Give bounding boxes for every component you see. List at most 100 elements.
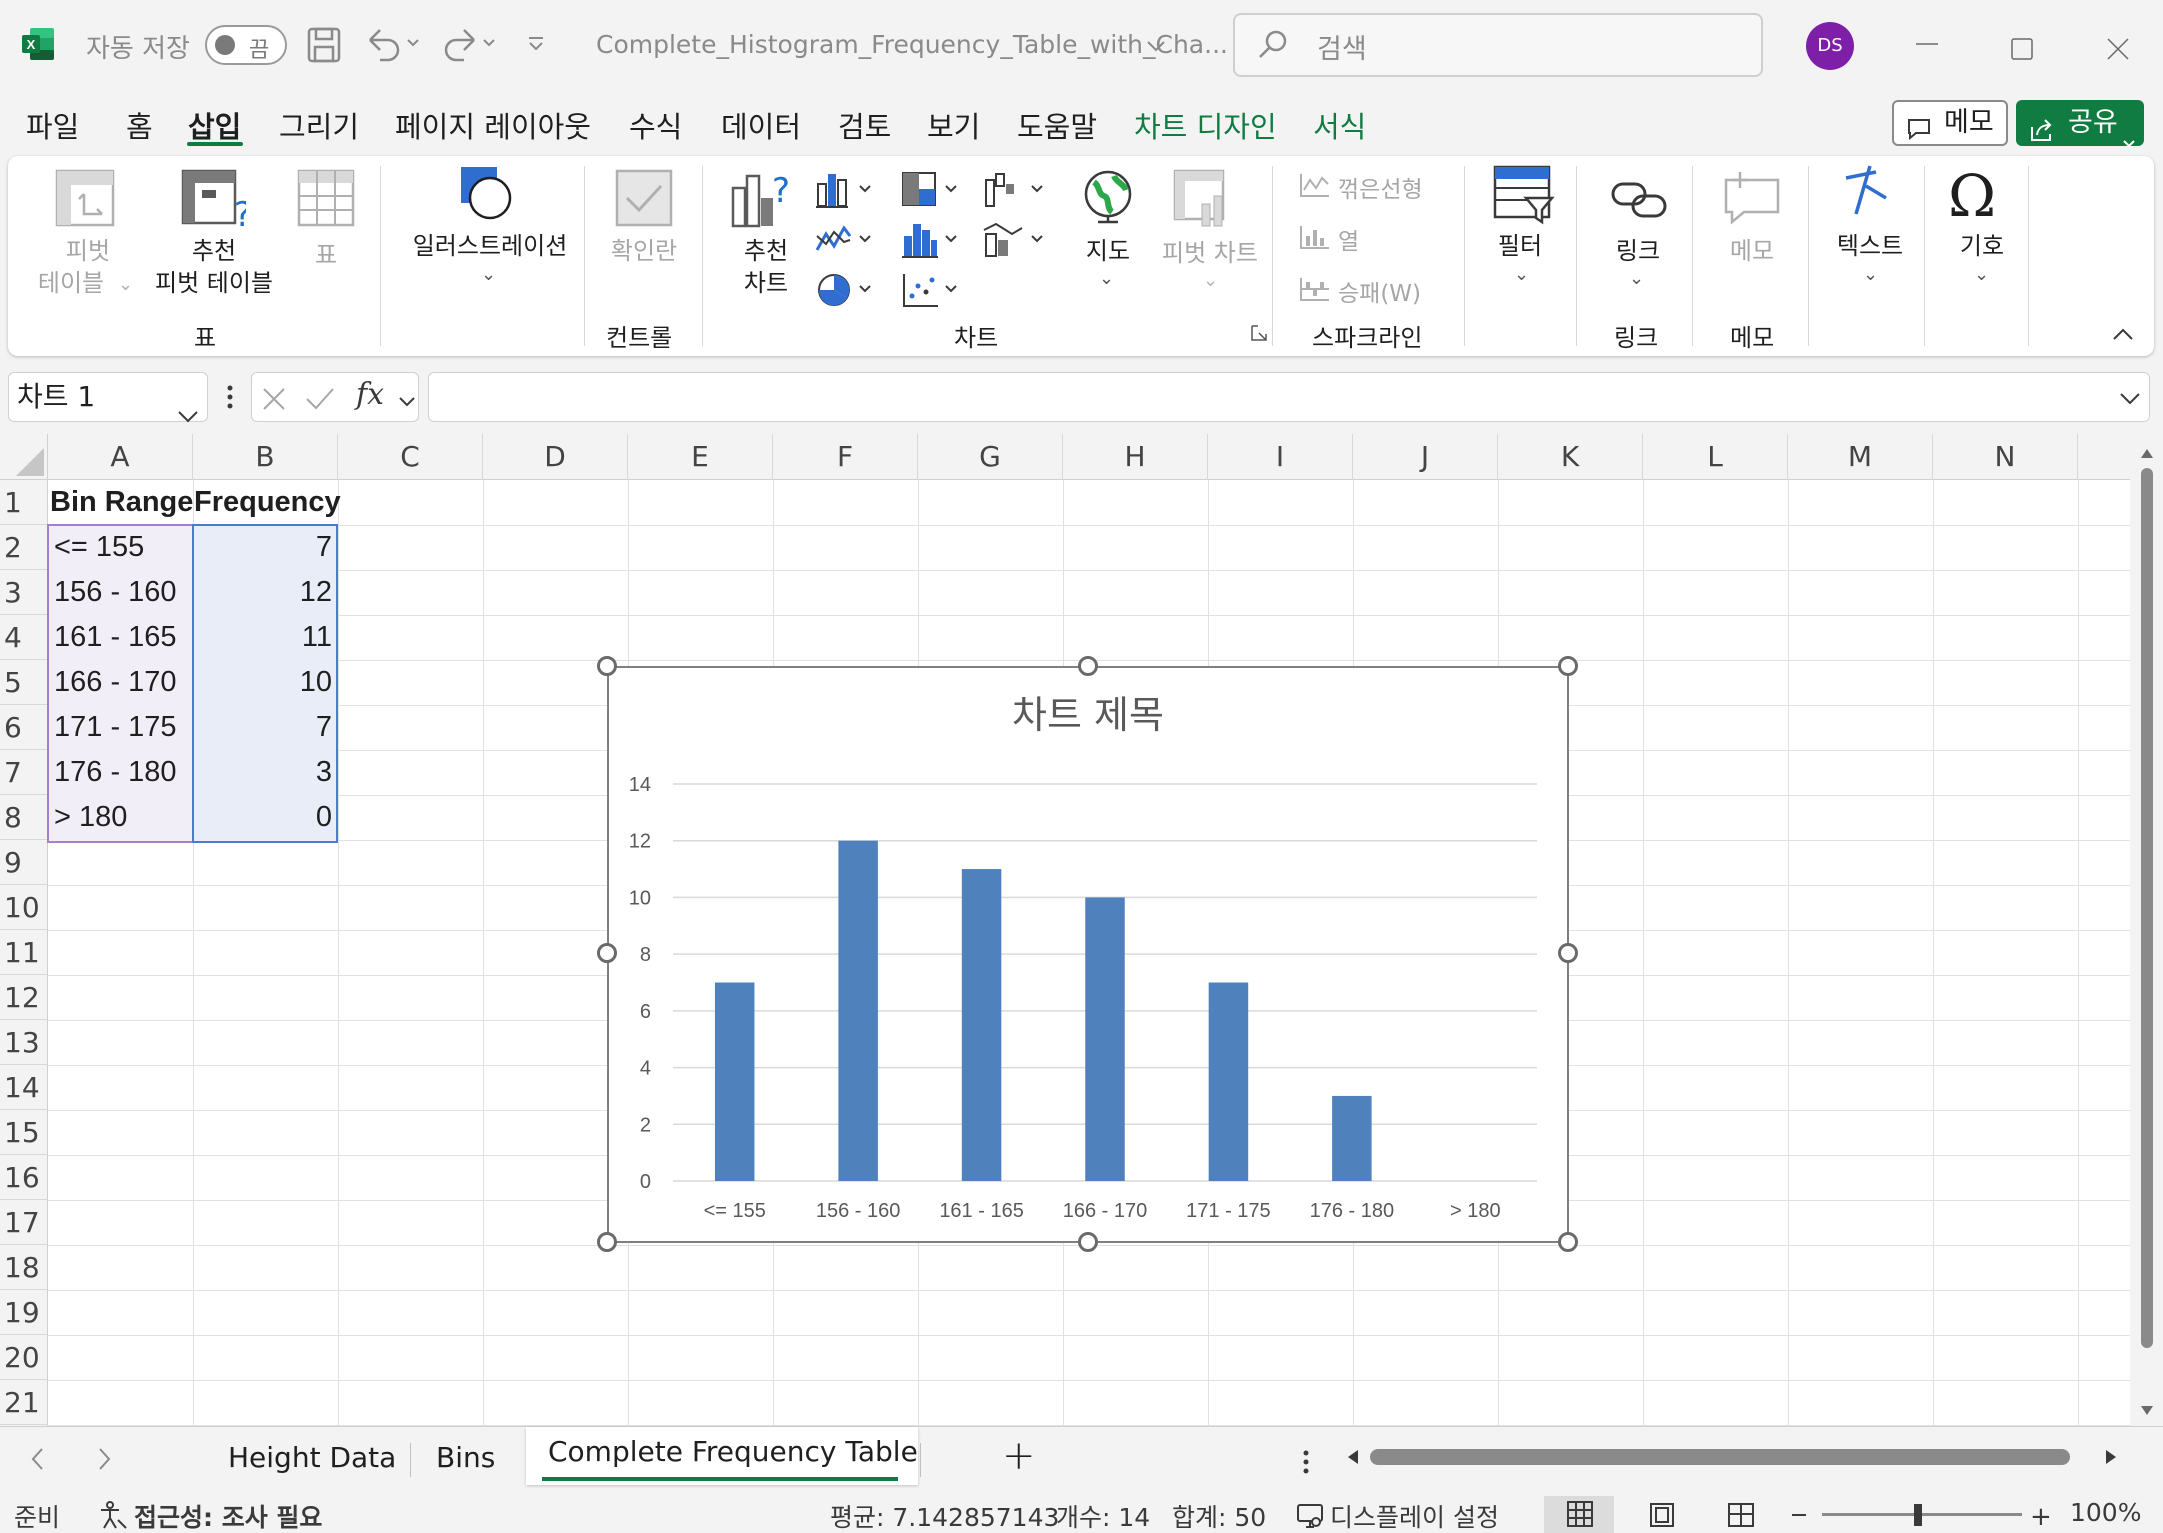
pivot-table-label-1[interactable]: 피벗: [58, 235, 118, 267]
fx-chevron-icon[interactable]: [398, 393, 416, 412]
accessibility-icon[interactable]: [98, 1500, 128, 1533]
text-chevron-icon[interactable]: ⌄: [1863, 264, 1878, 285]
chart-handle-middle-right[interactable]: [1558, 943, 1578, 963]
illustrations-chevron-icon[interactable]: ⌄: [481, 264, 496, 285]
chart-bar[interactable]: [1208, 982, 1249, 1182]
column-header-l[interactable]: L: [1643, 434, 1788, 480]
tab-help[interactable]: 도움말: [1017, 104, 1097, 146]
column-chart-icon[interactable]: [814, 170, 874, 214]
pivot-chart-chevron-icon[interactable]: ⌄: [1203, 270, 1218, 291]
vertical-scroll-thumb[interactable]: [2141, 468, 2153, 1348]
file-name[interactable]: Complete_Histogram_Frequency_Table_with_…: [596, 30, 1228, 59]
status-accessibility[interactable]: 접근성: 조사 필요: [134, 1498, 322, 1533]
cell-frequency[interactable]: 7: [194, 705, 336, 750]
column-header-k[interactable]: K: [1498, 434, 1643, 480]
row-header-16[interactable]: 16: [0, 1155, 48, 1200]
cell-bin-range[interactable]: 156 - 160: [54, 570, 192, 615]
row-header-17[interactable]: 17: [0, 1200, 48, 1245]
scroll-down-icon[interactable]: [2140, 1402, 2154, 1421]
collapse-ribbon-icon[interactable]: [2112, 326, 2134, 345]
sheet-tab-bins[interactable]: Bins: [436, 1441, 495, 1474]
hscroll-left-icon[interactable]: [1346, 1449, 1360, 1469]
chart-handle-middle-left[interactable]: [597, 943, 617, 963]
chart-handle-top-center[interactable]: [1078, 656, 1098, 676]
link-chevron-icon[interactable]: ⌄: [1629, 268, 1644, 289]
row-header-8[interactable]: 8: [0, 795, 48, 840]
tab-home[interactable]: 홈: [126, 104, 153, 146]
row-header-5[interactable]: 5: [0, 660, 48, 705]
expand-formula-icon[interactable]: [2119, 391, 2141, 410]
row-header-10[interactable]: 10: [0, 885, 48, 930]
autosave-toggle[interactable]: 끔: [205, 25, 287, 65]
scroll-up-icon[interactable]: [2140, 444, 2154, 463]
histogram-chart[interactable]: 차트 제목 0 2 4 6 8 10 12 14 <= 155 156 - 160 161 - 1…: [607, 666, 1569, 1243]
horizontal-scroll-thumb[interactable]: [1370, 1449, 2070, 1465]
status-display-settings[interactable]: 디스플레이 설정: [1330, 1498, 1499, 1533]
row-header-7[interactable]: 7: [0, 750, 48, 795]
cell-bin-range[interactable]: 171 - 175: [54, 705, 192, 750]
select-all-corner[interactable]: [0, 434, 48, 480]
hierarchy-chart-icon[interactable]: [900, 170, 960, 214]
column-header-h[interactable]: H: [1063, 434, 1208, 480]
zoom-in-icon[interactable]: +: [2030, 1502, 2052, 1532]
chart-bar[interactable]: [838, 840, 878, 1181]
row-header-6[interactable]: 6: [0, 705, 48, 750]
name-box[interactable]: 차트 1: [8, 372, 208, 423]
more-options-icon[interactable]: [226, 384, 234, 414]
sheet-tab-height-data[interactable]: Height Data: [228, 1441, 396, 1474]
waterfall-chart-icon[interactable]: [982, 170, 1048, 214]
row-header-4[interactable]: 4: [0, 615, 48, 660]
column-header-i[interactable]: I: [1208, 434, 1353, 480]
add-sheet-button[interactable]: +: [1002, 1433, 1036, 1479]
chart-handle-top-left[interactable]: [597, 656, 617, 676]
row-header-13[interactable]: 13: [0, 1020, 48, 1065]
checkbox-label[interactable]: 확인란: [604, 235, 684, 267]
row-header-21[interactable]: 21: [0, 1380, 48, 1425]
filter-chevron-icon[interactable]: ⌄: [1514, 264, 1529, 285]
minimize-icon[interactable]: [1914, 24, 1940, 59]
recommended-charts-label-1[interactable]: 추천: [734, 235, 798, 267]
normal-view-button[interactable]: [1544, 1496, 1614, 1533]
row-header-15[interactable]: 15: [0, 1110, 48, 1155]
redo-icon[interactable]: [440, 26, 496, 66]
chart-title[interactable]: 차트 제목: [1012, 693, 1164, 737]
column-header-e[interactable]: E: [628, 434, 773, 480]
tab-view[interactable]: 보기: [927, 104, 980, 146]
text-label[interactable]: 텍스트: [1826, 230, 1914, 262]
column-header-j[interactable]: J: [1353, 434, 1498, 480]
row-header-19[interactable]: 19: [0, 1290, 48, 1335]
row-header-18[interactable]: 18: [0, 1245, 48, 1290]
tab-insert[interactable]: 삽입: [188, 104, 241, 146]
tab-format[interactable]: 서식: [1313, 104, 1366, 146]
row-header-20[interactable]: 20: [0, 1335, 48, 1380]
chart-handle-bottom-right[interactable]: [1558, 1232, 1578, 1252]
column-header-b[interactable]: B: [193, 434, 338, 480]
sheet-tab-complete-frequency-table[interactable]: Complete Frequency Table: [548, 1435, 918, 1468]
tab-data[interactable]: 데이터: [721, 104, 801, 146]
chart-handle-bottom-left[interactable]: [597, 1232, 617, 1252]
cell-frequency[interactable]: 12: [194, 570, 336, 615]
scatter-chart-icon[interactable]: [900, 270, 960, 314]
chart-bar[interactable]: [1332, 1095, 1372, 1181]
charts-dialog-launcher-icon[interactable]: [1250, 324, 1268, 346]
undo-icon[interactable]: [364, 26, 420, 66]
cell-bin-range[interactable]: 176 - 180: [54, 750, 192, 795]
insert-function-button[interactable]: fx: [356, 377, 384, 412]
cell-frequency[interactable]: 11: [194, 615, 336, 660]
pie-chart-icon[interactable]: [814, 270, 874, 314]
tab-page-layout[interactable]: 페이지 레이아웃: [395, 104, 591, 146]
zoom-slider-track[interactable]: [1822, 1513, 2022, 1516]
display-settings-icon[interactable]: [1296, 1502, 1326, 1533]
row-header-1[interactable]: 1: [0, 480, 48, 525]
line-chart-icon[interactable]: [814, 220, 874, 264]
page-layout-view-icon[interactable]: [1648, 1502, 1676, 1532]
page-break-view-icon[interactable]: [1726, 1502, 1756, 1532]
tab-file[interactable]: 파일: [26, 104, 79, 146]
tab-review[interactable]: 검토: [838, 104, 891, 146]
cell-frequency[interactable]: 0: [194, 795, 336, 840]
tab-chart-design[interactable]: 차트 디자인: [1134, 104, 1277, 146]
symbol-chevron-icon[interactable]: ⌄: [1974, 264, 1989, 285]
status-zoom-level[interactable]: 100%: [2070, 1498, 2141, 1527]
zoom-slider-thumb[interactable]: [1914, 1504, 1922, 1526]
illustrations-label[interactable]: 일러스트레이션: [400, 230, 580, 262]
